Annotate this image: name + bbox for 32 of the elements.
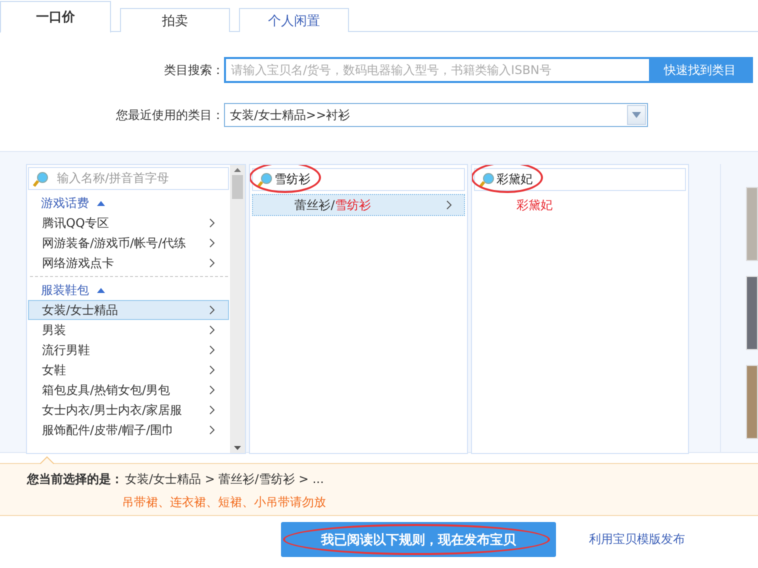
group-title[interactable]: 游戏话费 bbox=[41, 194, 89, 212]
recent-category-dropdown[interactable]: 女装/女士精品>>衬衫 bbox=[224, 103, 648, 127]
selection-path: 女装/女士精品 > 蕾丝衫/雪纺衫 > ... bbox=[125, 471, 324, 488]
category-item[interactable]: 流行男鞋 bbox=[28, 340, 229, 360]
tab[interactable]: 一口价 bbox=[0, 1, 111, 33]
category-item[interactable]: 蕾丝衫/雪纺衫 bbox=[252, 194, 465, 216]
category-filter-field[interactable]: 彩黛妃 bbox=[474, 168, 686, 191]
magnifier-icon bbox=[256, 172, 273, 188]
category-item[interactable]: 网络游戏点卡 bbox=[28, 253, 229, 273]
magnifier-icon bbox=[33, 170, 49, 186]
category-item[interactable]: 彩黛妃 bbox=[474, 194, 686, 216]
category-item[interactable]: 女装/女士精品 bbox=[28, 300, 229, 320]
magnifier-icon bbox=[478, 172, 495, 188]
selection-label: 您当前选择的是： bbox=[27, 471, 123, 488]
collapse-arrow-icon[interactable] bbox=[97, 288, 105, 292]
category-item[interactable]: 网游装备/游戏币/帐号/代练 bbox=[28, 233, 229, 253]
category-item[interactable]: 箱包皮具/热销女包/男包 bbox=[28, 380, 229, 400]
category-item[interactable]: 女士内衣/男士内衣/家居服 bbox=[28, 400, 229, 420]
template-publish-link[interactable]: 利用宝贝模版发布 bbox=[589, 531, 685, 548]
category-item[interactable]: 女鞋 bbox=[28, 360, 229, 380]
scrollbar[interactable] bbox=[230, 165, 245, 453]
tab[interactable]: 个人闲置 bbox=[239, 8, 349, 32]
group-title[interactable]: 服装鞋包 bbox=[41, 282, 89, 298]
recent-category-label: 您最近使用的类目： bbox=[115, 106, 224, 124]
search-label: 类目搜索： bbox=[163, 62, 224, 78]
warning-text: 吊带裙、连衣裙、短裙、小吊带请勿放 bbox=[122, 494, 327, 511]
category-item[interactable]: 服饰配件/皮带/帽子/围巾 bbox=[28, 420, 229, 440]
scrollbar-thumb[interactable] bbox=[232, 175, 243, 199]
tab[interactable]: 拍卖 bbox=[120, 8, 230, 32]
category-item[interactable]: 腾讯QQ专区 bbox=[28, 213, 229, 233]
collapse-arrow-icon[interactable] bbox=[97, 200, 105, 206]
category-item[interactable]: 男装 bbox=[28, 320, 229, 340]
